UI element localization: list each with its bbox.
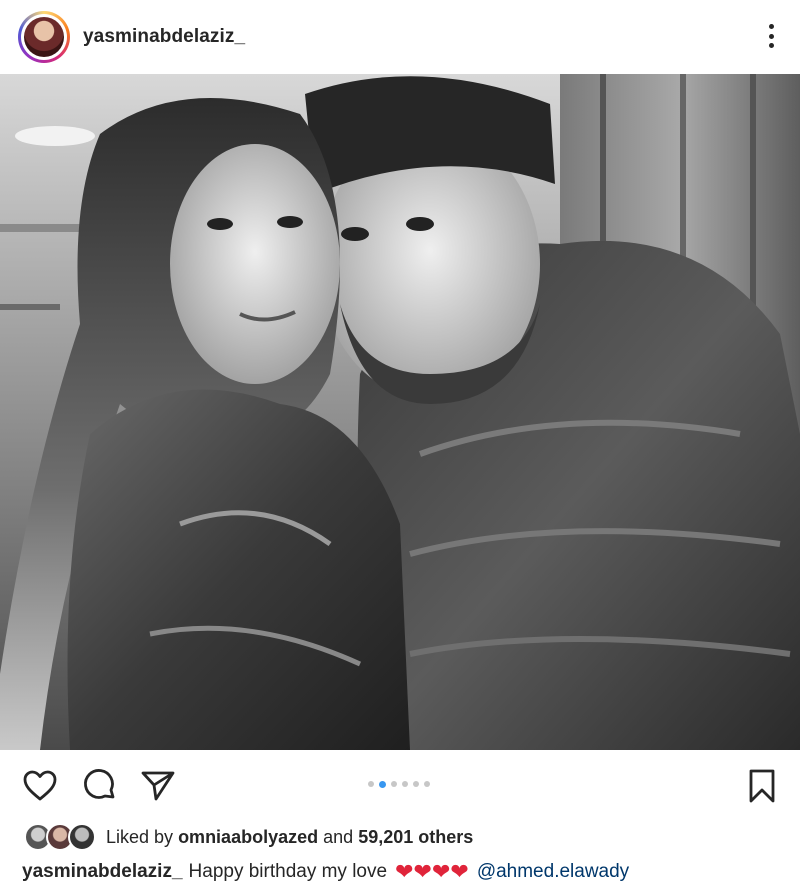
carousel-dot [424, 781, 430, 787]
heart-icon[interactable] [22, 768, 58, 804]
bookmark-icon[interactable] [744, 768, 780, 804]
carousel-dot [368, 781, 374, 787]
profile-avatar[interactable] [18, 11, 70, 63]
post-username[interactable]: yasminabdelaziz_ [83, 26, 245, 48]
likes-prefix: Liked by [106, 826, 174, 847]
likes-summary: Liked by omniaabolyazed and 59,201 other… [106, 827, 473, 848]
caption-username[interactable]: yasminabdelaziz_ [22, 861, 183, 883]
post-caption: yasminabdelaziz_ Happy birthday my love … [22, 858, 629, 886]
carousel-dot-active [379, 780, 386, 788]
avatar [68, 823, 96, 851]
carousel-indicator [368, 780, 430, 788]
photo-image [0, 74, 800, 750]
post-header: yasminabdelaziz_ [0, 0, 800, 74]
likes-count[interactable]: 59,201 others [358, 827, 473, 847]
post-photo[interactable] [0, 74, 800, 750]
caption-text: Happy birthday my love [188, 861, 388, 882]
carousel-dot [402, 781, 408, 787]
paper-plane-icon[interactable] [140, 768, 176, 804]
liker-avatars [24, 823, 96, 851]
carousel-dot [391, 781, 397, 787]
avatar-image [24, 17, 64, 57]
caption-mention[interactable]: @ahmed.elawady [477, 861, 629, 883]
comment-bubble-icon[interactable] [82, 768, 118, 804]
carousel-dot [413, 781, 419, 787]
more-vertical-icon[interactable] [764, 22, 778, 50]
likes-connector: and [323, 826, 354, 847]
heart-emoji-icon: ❤❤❤❤ [395, 859, 469, 884]
likes-row[interactable]: Liked by omniaabolyazed and 59,201 other… [24, 822, 473, 852]
liker-username[interactable]: omniaabolyazed [178, 827, 318, 847]
